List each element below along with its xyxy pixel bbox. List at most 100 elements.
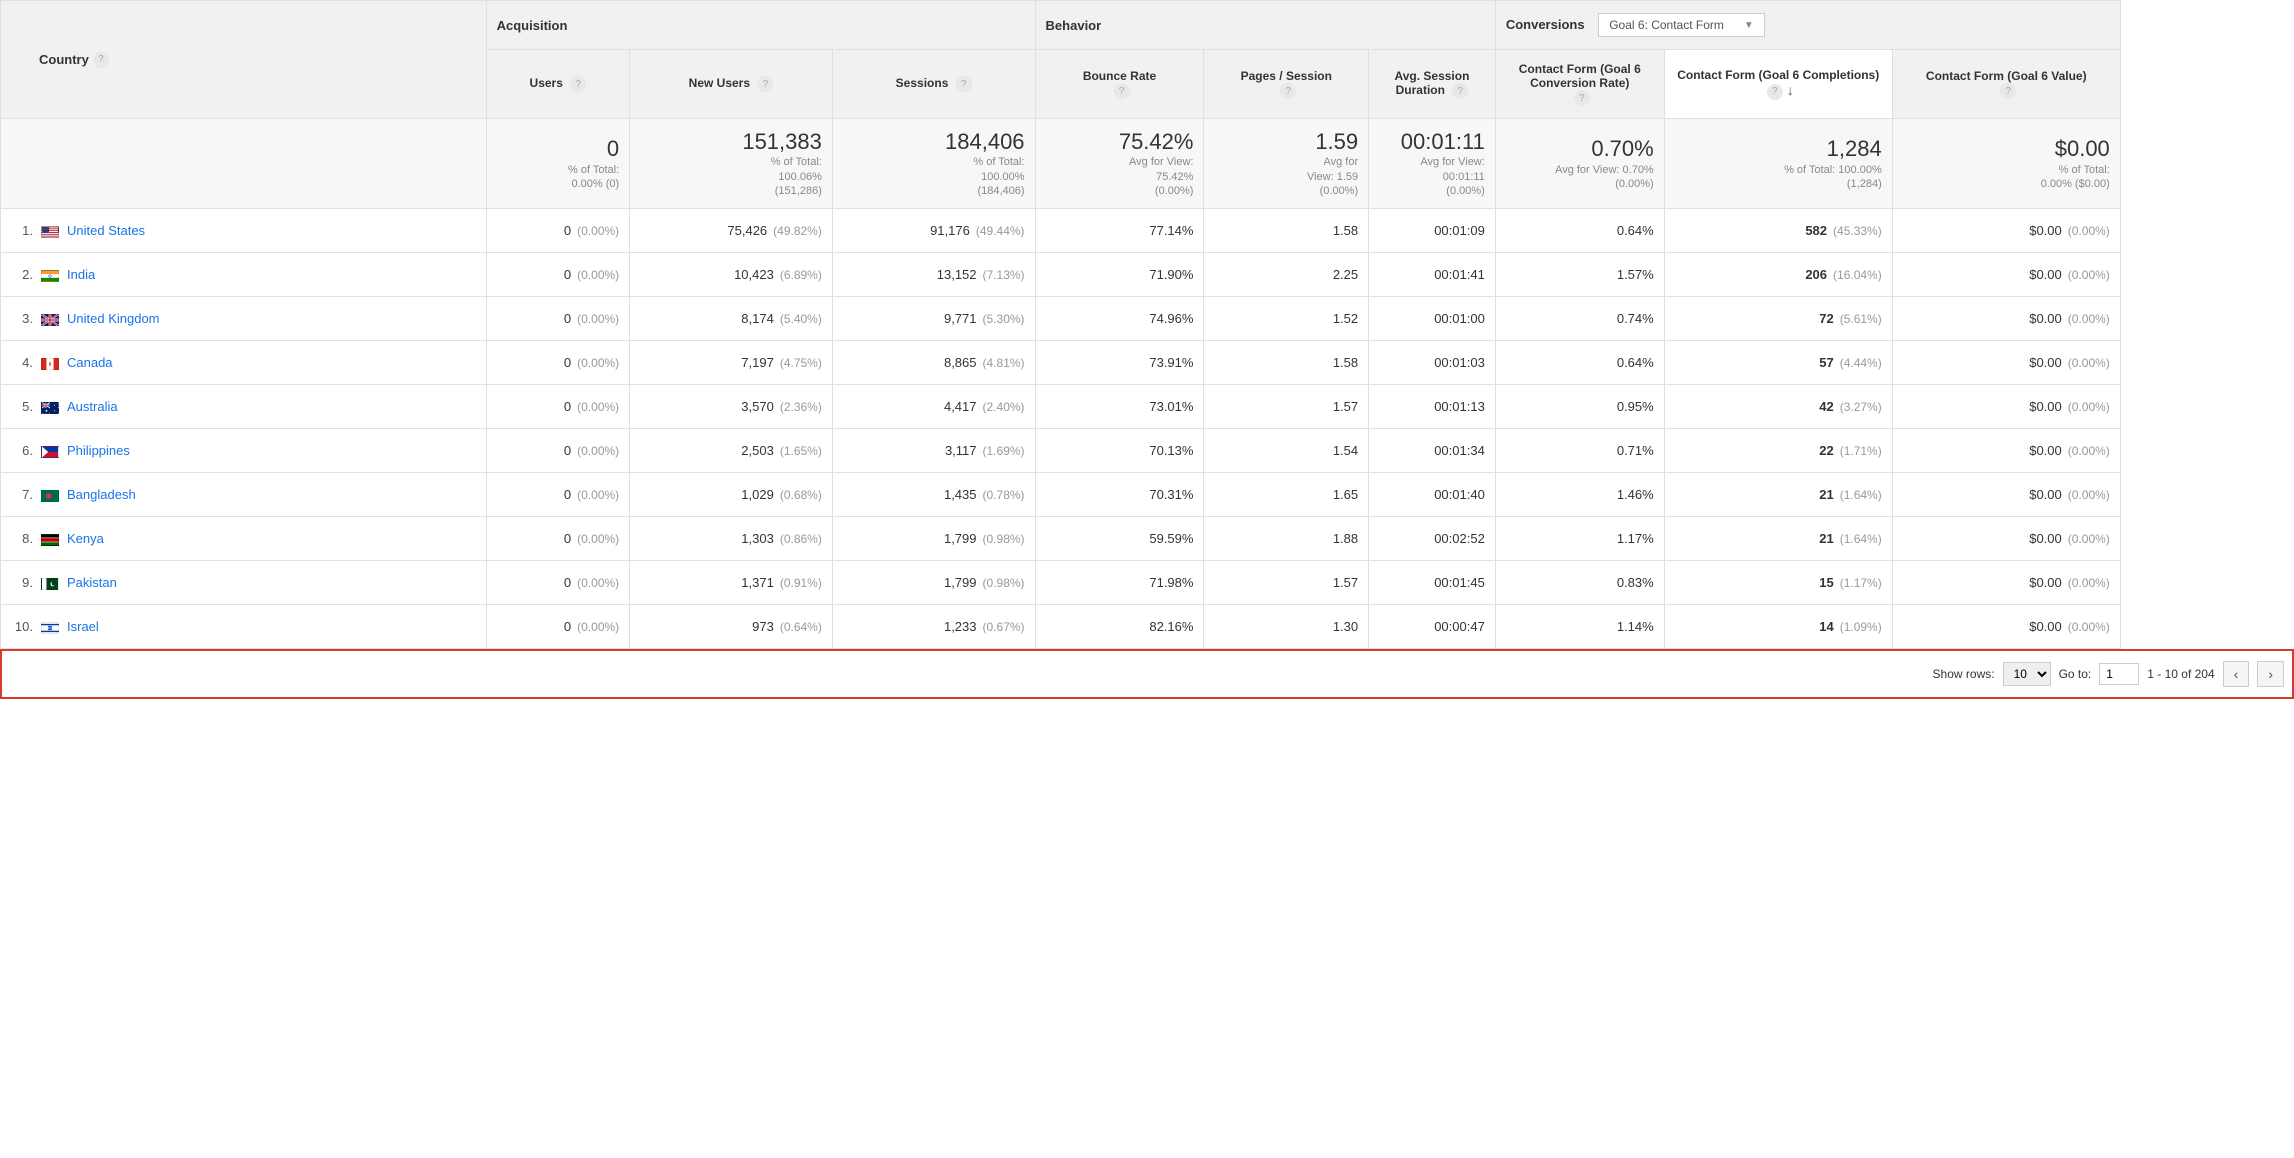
cell-sessions: 13,152(7.13%) [832, 253, 1035, 297]
row-rank: 7. [11, 487, 33, 502]
table-row: 6.Philippines0(0.00%)2,503(1.65%)3,117(1… [1, 429, 2294, 473]
country-link[interactable]: Kenya [67, 531, 104, 546]
row-rank: 5. [11, 399, 33, 414]
cell-conv-rate: 1.46% [1495, 473, 1664, 517]
cell-pages: 1.52 [1204, 297, 1369, 341]
summary-completions: 1,284% of Total: 100.00%(1,284) [1664, 119, 1892, 209]
country-link[interactable]: Pakistan [67, 575, 117, 590]
cell-users: 0(0.00%) [486, 385, 630, 429]
dimension-header[interactable]: Country ? [1, 1, 487, 119]
country-link[interactable]: Australia [67, 399, 118, 414]
flag-icon [41, 490, 59, 502]
help-icon[interactable]: ? [1767, 84, 1783, 100]
analytics-table: Country ? Acquisition Behavior Conversio… [0, 0, 2294, 649]
col-value[interactable]: Contact Form (Goal 6 Value)? [1892, 50, 2120, 119]
cell-bounce: 73.01% [1035, 385, 1204, 429]
col-new-users[interactable]: New Users ? [630, 50, 833, 119]
col-completions[interactable]: Contact Form (Goal 6 Completions) ?↓ [1664, 50, 1892, 119]
help-icon[interactable]: ? [1574, 90, 1590, 106]
table-row: 3.United Kingdom0(0.00%)8,174(5.40%)9,77… [1, 297, 2294, 341]
cell-conv-rate: 0.95% [1495, 385, 1664, 429]
goto-input[interactable] [2099, 663, 2139, 685]
sort-down-icon: ↓ [1787, 82, 1794, 98]
help-icon[interactable]: ? [93, 52, 109, 68]
cell-conv-rate: 1.57% [1495, 253, 1664, 297]
col-bounce-rate[interactable]: Bounce Rate? [1035, 50, 1204, 119]
cell-pages: 2.25 [1204, 253, 1369, 297]
help-icon[interactable]: ? [1280, 83, 1296, 99]
cell-users: 0(0.00%) [486, 297, 630, 341]
row-rank: 4. [11, 355, 33, 370]
col-pages-session[interactable]: Pages / Session? [1204, 50, 1369, 119]
country-link[interactable]: Israel [67, 619, 99, 634]
summary-conv-rate: 0.70%Avg for View: 0.70%(0.00%) [1495, 119, 1664, 209]
cell-users: 0(0.00%) [486, 473, 630, 517]
show-rows-label: Show rows: [1933, 667, 1995, 681]
cell-duration: 00:01:41 [1369, 253, 1496, 297]
cell-completions: 42(3.27%) [1664, 385, 1892, 429]
summary-row: 0% of Total:0.00% (0) 151,383% of Total:… [1, 119, 2294, 209]
country-link[interactable]: Bangladesh [67, 487, 136, 502]
cell-completions: 14(1.09%) [1664, 605, 1892, 649]
cell-duration: 00:01:34 [1369, 429, 1496, 473]
country-link[interactable]: Canada [67, 355, 113, 370]
help-icon[interactable]: ? [757, 76, 773, 92]
dimension-label: Country [39, 52, 89, 67]
cell-completions: 72(5.61%) [1664, 297, 1892, 341]
cell-value: $0.00(0.00%) [1892, 605, 2120, 649]
cell-value: $0.00(0.00%) [1892, 253, 2120, 297]
help-icon[interactable]: ? [956, 76, 972, 92]
group-conversions: Conversions Goal 6: Contact Form ▼ [1495, 1, 2120, 50]
country-link[interactable]: United States [67, 223, 145, 238]
summary-duration: 00:01:11Avg for View:00:01:11(0.00%) [1369, 119, 1496, 209]
country-link[interactable]: Philippines [67, 443, 130, 458]
country-link[interactable]: United Kingdom [67, 311, 160, 326]
cell-pages: 1.30 [1204, 605, 1369, 649]
cell-users: 0(0.00%) [486, 341, 630, 385]
summary-value: $0.00% of Total:0.00% ($0.00) [1892, 119, 2120, 209]
cell-new-users: 2,503(1.65%) [630, 429, 833, 473]
row-rank: 3. [11, 311, 33, 326]
row-rank: 9. [11, 575, 33, 590]
show-rows-select[interactable]: 10 [2003, 662, 2051, 686]
cell-duration: 00:01:13 [1369, 385, 1496, 429]
row-rank: 10. [11, 619, 33, 634]
cell-new-users: 1,303(0.86%) [630, 517, 833, 561]
cell-bounce: 74.96% [1035, 297, 1204, 341]
help-icon[interactable]: ? [2000, 83, 2016, 99]
cell-pages: 1.88 [1204, 517, 1369, 561]
row-rank: 2. [11, 267, 33, 282]
cell-sessions: 1,799(0.98%) [832, 561, 1035, 605]
help-icon[interactable]: ? [1114, 83, 1130, 99]
cell-pages: 1.54 [1204, 429, 1369, 473]
cell-duration: 00:01:40 [1369, 473, 1496, 517]
goto-label: Go to: [2059, 667, 2092, 681]
cell-value: $0.00(0.00%) [1892, 209, 2120, 253]
flag-icon [41, 226, 59, 238]
cell-pages: 1.58 [1204, 341, 1369, 385]
cell-users: 0(0.00%) [486, 561, 630, 605]
cell-conv-rate: 1.17% [1495, 517, 1664, 561]
table-row: 4.Canada0(0.00%)7,197(4.75%)8,865(4.81%)… [1, 341, 2294, 385]
next-page-button[interactable]: › [2257, 661, 2284, 687]
cell-duration: 00:01:00 [1369, 297, 1496, 341]
cell-value: $0.00(0.00%) [1892, 517, 2120, 561]
col-sessions[interactable]: Sessions ? [832, 50, 1035, 119]
col-users[interactable]: Users ? [486, 50, 630, 119]
table-row: 10.Israel0(0.00%)973(0.64%)1,233(0.67%)8… [1, 605, 2294, 649]
table-row: 2.India0(0.00%)10,423(6.89%)13,152(7.13%… [1, 253, 2294, 297]
cell-bounce: 77.14% [1035, 209, 1204, 253]
cell-pages: 1.57 [1204, 385, 1369, 429]
prev-page-button[interactable]: ‹ [2223, 661, 2250, 687]
goal-selector[interactable]: Goal 6: Contact Form ▼ [1598, 13, 1765, 37]
help-icon[interactable]: ? [1452, 83, 1468, 99]
country-link[interactable]: India [67, 267, 95, 282]
col-conv-rate[interactable]: Contact Form (Goal 6 Conversion Rate)? [1495, 50, 1664, 119]
cell-bounce: 71.98% [1035, 561, 1204, 605]
col-avg-duration[interactable]: Avg. Session Duration ? [1369, 50, 1496, 119]
help-icon[interactable]: ? [570, 76, 586, 92]
cell-duration: 00:00:47 [1369, 605, 1496, 649]
cell-new-users: 10,423(6.89%) [630, 253, 833, 297]
cell-bounce: 59.59% [1035, 517, 1204, 561]
cell-completions: 582(45.33%) [1664, 209, 1892, 253]
